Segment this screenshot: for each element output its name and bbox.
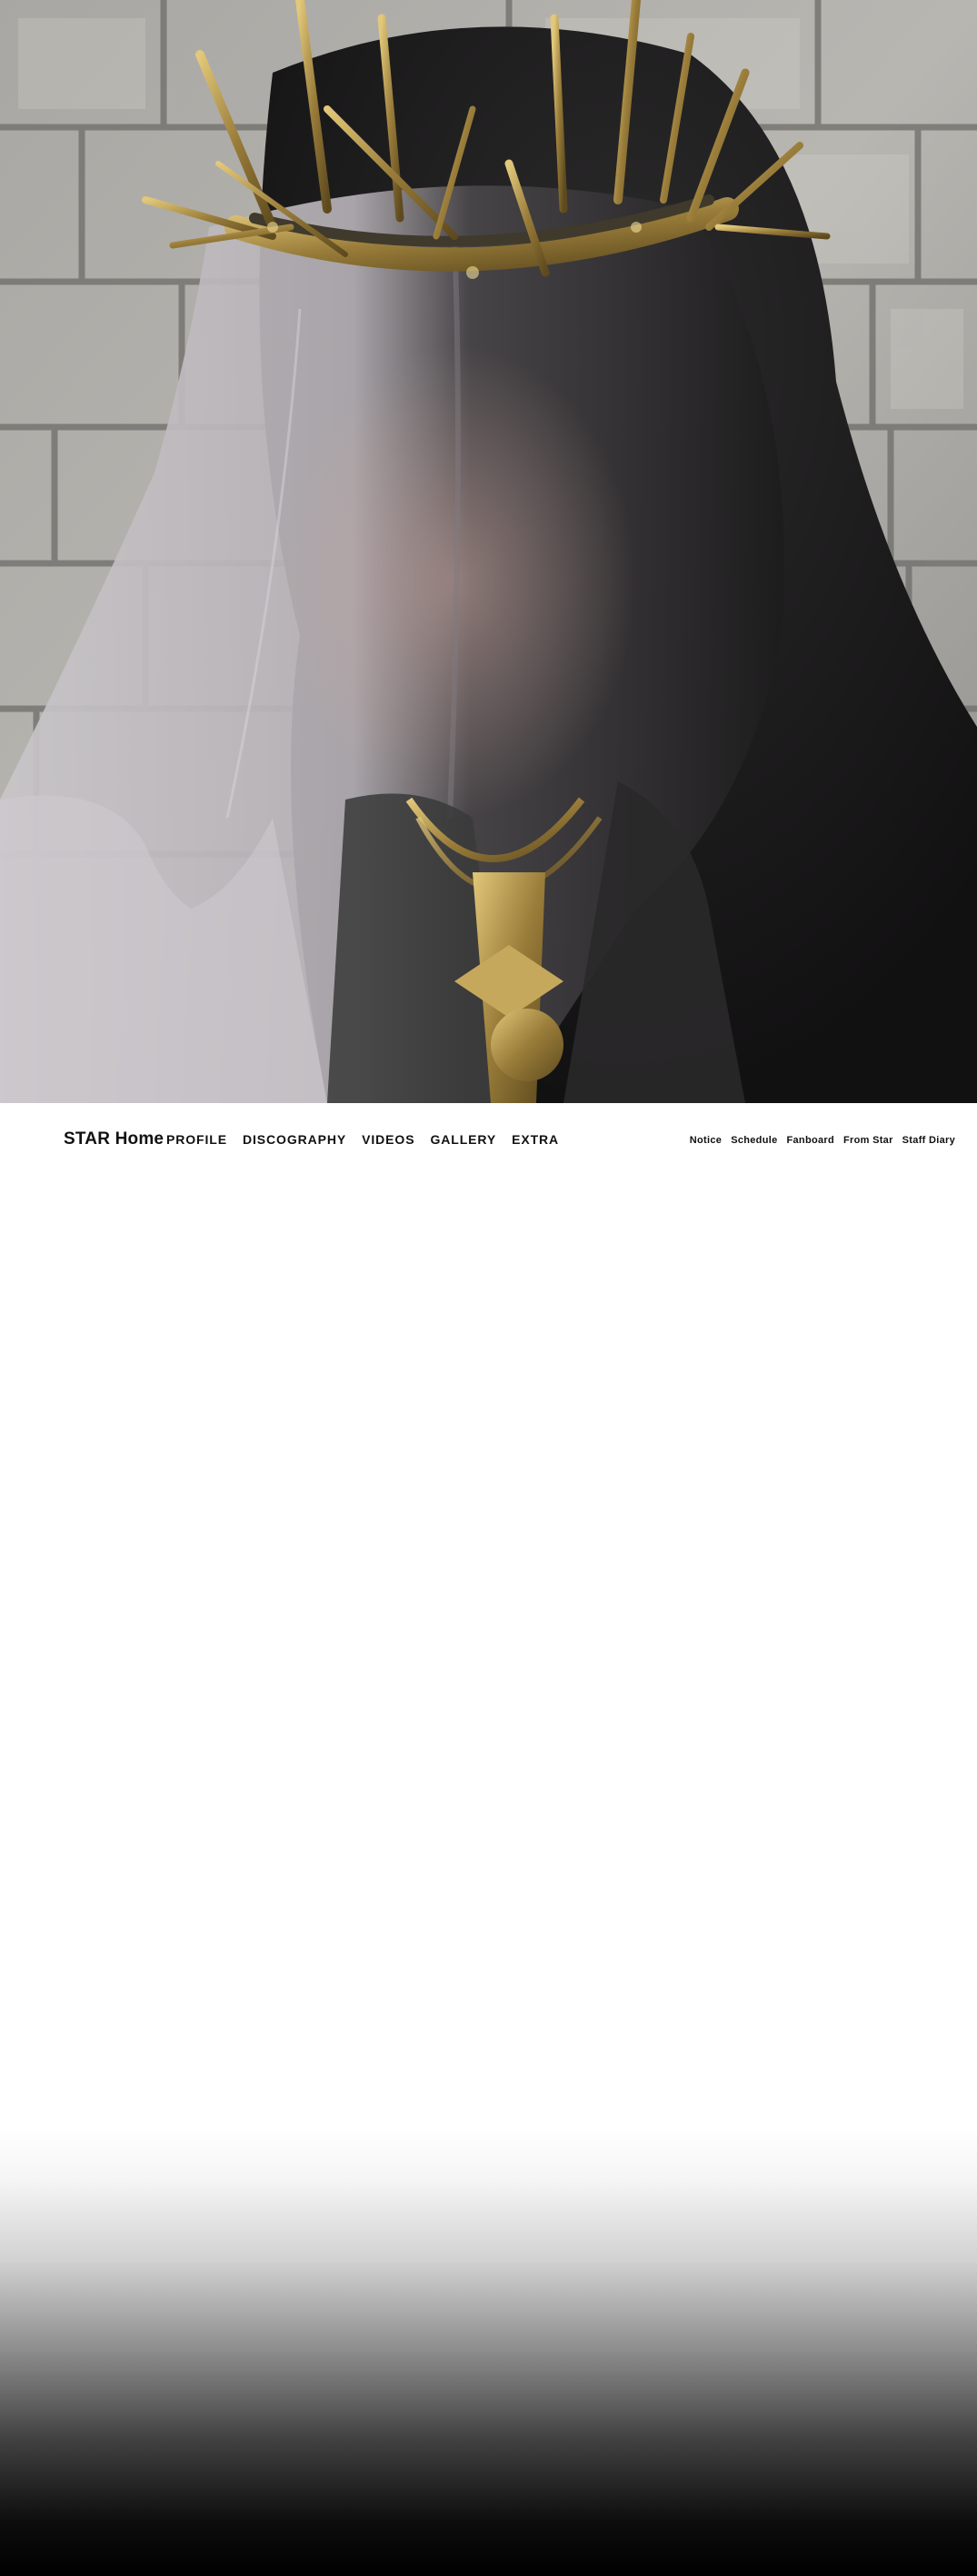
sub-nav-item-schedule[interactable]: Schedule xyxy=(731,1134,777,1147)
hero-image xyxy=(0,0,977,1103)
content-area xyxy=(0,1178,977,2126)
main-menu: PROFILE DISCOGRAPHY VIDEOS GALLERY EXTRA xyxy=(166,1131,574,1148)
sub-nav-item-from-star[interactable]: From Star xyxy=(843,1134,893,1147)
brand-home-link[interactable]: STAR Home xyxy=(64,1129,164,1149)
veiled-figure-photo xyxy=(0,0,977,1103)
sub-menu: Notice Schedule Fanboard From Star Staff… xyxy=(681,1134,955,1147)
sub-nav-item-staff-diary[interactable]: Staff Diary xyxy=(902,1134,955,1147)
nav-item-discography[interactable]: DISCOGRAPHY xyxy=(243,1131,346,1148)
nav-item-extra[interactable]: EXTRA xyxy=(512,1131,559,1148)
main-navigation: STAR Home PROFILE DISCOGRAPHY VIDEOS GAL… xyxy=(0,1103,977,1178)
sub-nav-item-fanboard[interactable]: Fanboard xyxy=(787,1134,835,1147)
sub-nav-item-notice[interactable]: Notice xyxy=(690,1134,722,1147)
footer-gradient-fade xyxy=(0,2126,977,2576)
page: STAR Home PROFILE DISCOGRAPHY VIDEOS GAL… xyxy=(0,0,977,2576)
nav-item-profile[interactable]: PROFILE xyxy=(166,1131,227,1148)
nav-item-videos[interactable]: VIDEOS xyxy=(362,1131,414,1148)
nav-item-gallery[interactable]: GALLERY xyxy=(430,1131,496,1148)
